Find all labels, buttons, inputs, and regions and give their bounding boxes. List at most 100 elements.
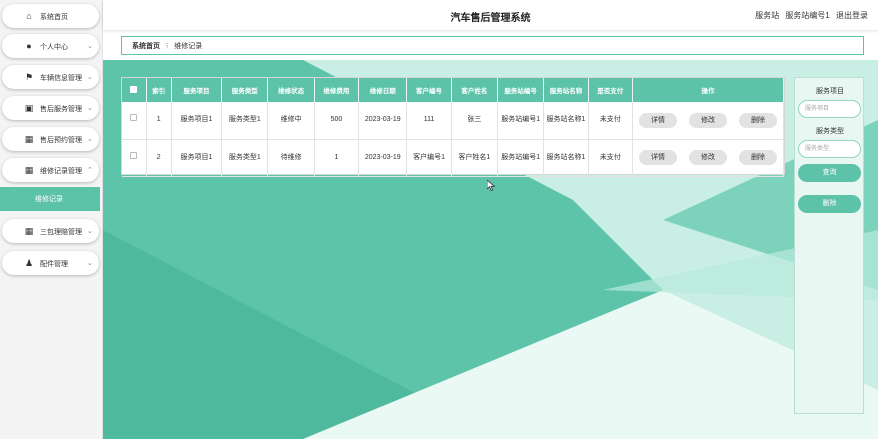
grid-icon: ▦ <box>24 134 34 144</box>
cell-status: 待维修 <box>267 139 315 177</box>
cell-station-name: 服务站名称1 <box>543 139 589 177</box>
sidebar-item-parts[interactable]: ♟ 配件管理 ⌄ <box>2 251 99 275</box>
sidebar-item-appointment[interactable]: ▦ 售后预约管理 ⌄ <box>2 127 99 151</box>
table-row: 1 服务项目1 服务类型1 维修中 500 2023-03-19 111 张三 … <box>122 102 785 140</box>
chevron-down-icon: ⌄ <box>87 228 93 235</box>
cell-fee: 1 <box>314 139 360 177</box>
cell-actions: 详情 修改 删除 <box>632 139 785 177</box>
cell-date: 2023-03-19 <box>358 139 408 177</box>
delete-button[interactable]: 删除 <box>738 112 777 128</box>
sidebar-item-label: 售后服务管理 <box>40 106 82 113</box>
column-header: 客户编号 <box>406 78 452 102</box>
delete-button[interactable]: 删除 <box>738 150 777 165</box>
edit-button[interactable]: 修改 <box>688 150 727 165</box>
column-header: 维修费用 <box>314 78 360 102</box>
column-header: 是否支付 <box>588 78 633 102</box>
sidebar-item-warranty[interactable]: ▦ 三包理赔管理 ⌄ <box>2 219 99 243</box>
chevron-down-icon: ⌄ <box>87 43 93 50</box>
clipboard-icon: ▣ <box>24 103 34 113</box>
cell-index: 2 <box>146 139 172 177</box>
column-header: 服务站编号 <box>497 78 545 102</box>
breadcrumb-current: 维修记录 <box>174 42 203 50</box>
row-checkbox[interactable] <box>122 102 147 140</box>
cell-fee: 500 <box>314 102 360 140</box>
sidebar-item-service[interactable]: ▣ 售后服务管理 ⌄ <box>2 96 99 120</box>
chevron-down-icon: ⌄ <box>87 74 93 81</box>
service-type-label: 服务类型 <box>816 128 844 135</box>
row-checkbox[interactable] <box>122 139 147 177</box>
batch-delete-button[interactable]: 删除 <box>798 195 861 213</box>
sidebar-item-label: 系统首页 <box>40 14 68 21</box>
column-header: 服务项目 <box>171 78 223 102</box>
cell-customer-no: 客户编号1 <box>406 139 452 177</box>
grid-icon: ▦ <box>24 226 34 236</box>
cell-customer-name: 张三 <box>451 102 499 140</box>
cell-paid: 未支付 <box>588 102 633 140</box>
cell-type: 服务类型1 <box>221 139 269 177</box>
chevron-down-icon: ⌄ <box>87 260 93 267</box>
user-info: 服务站 服务站编号1 退出登录 <box>751 10 868 21</box>
username: 服务站编号1 <box>785 11 830 20</box>
sidebar-item-vehicle[interactable]: ⚑ 车辆信息管理 ⌄ <box>2 65 99 89</box>
breadcrumb-separator: ⁝ <box>166 42 169 50</box>
cell-item: 服务项目1 <box>171 102 223 140</box>
column-header: 维修日期 <box>358 78 408 102</box>
service-item-input[interactable]: 服务项目 <box>798 100 861 118</box>
column-header: 操作 <box>632 78 785 102</box>
breadcrumb-home[interactable]: 系统首页 <box>132 41 160 51</box>
sidebar-item-label: 配件管理 <box>40 261 68 268</box>
user-icon: ● <box>26 41 32 51</box>
service-item-label: 服务项目 <box>816 88 844 95</box>
cell-item: 服务项目1 <box>171 139 223 177</box>
table-row: 2 服务项目1 服务类型1 待维修 1 2023-03-19 客户编号1 客户姓… <box>122 139 785 177</box>
top-header: 汽车售后管理系统 服务站 服务站编号1 退出登录 <box>103 0 878 30</box>
sidebar-item-label: 售后预约管理 <box>40 137 82 144</box>
cell-date: 2023-03-19 <box>358 102 408 140</box>
sidebar-item-repair[interactable]: ▦ 维修记录管理 ⌃ <box>2 158 99 182</box>
cell-status: 维修中 <box>267 102 315 140</box>
sidebar-item-home[interactable]: ⌂ 系统首页 <box>2 4 99 28</box>
cell-type: 服务类型1 <box>221 102 269 140</box>
sidebar-subitem-repair-record[interactable]: 维修记录 <box>0 187 100 211</box>
cell-customer-name: 客户姓名1 <box>451 139 499 177</box>
chevron-down-icon: ⌄ <box>87 105 93 112</box>
chevron-down-icon: ⌄ <box>87 136 93 143</box>
detail-button[interactable]: 详情 <box>638 150 677 165</box>
column-header: 客户姓名 <box>451 78 499 102</box>
sidebar: ⌂ 系统首页 ● 个人中心 ⌄ ⚑ 车辆信息管理 ⌄ ▣ 售后服务管理 ⌄ ▦ … <box>0 0 103 439</box>
chevron-up-icon: ⌃ <box>87 167 93 174</box>
column-header: 服务类型 <box>221 78 269 102</box>
column-header: 服务站名称 <box>543 78 589 102</box>
sidebar-subitem-label: 维修记录 <box>35 196 63 203</box>
person-icon: ♟ <box>24 258 34 268</box>
cell-index: 1 <box>146 102 172 140</box>
logout-link[interactable]: 退出登录 <box>836 11 868 20</box>
search-button[interactable]: 查询 <box>798 164 861 182</box>
grid-icon: ▦ <box>24 165 34 175</box>
user-role: 服务站 <box>755 11 780 20</box>
flag-icon: ⚑ <box>24 72 34 82</box>
filter-panel: 服务项目 服务项目 服务类型 服务类型 查询 删除 <box>794 77 864 414</box>
cell-paid: 未支付 <box>588 139 633 177</box>
sidebar-item-label: 三包理赔管理 <box>40 229 82 236</box>
service-type-input[interactable]: 服务类型 <box>798 140 861 158</box>
home-icon: ⌂ <box>26 11 32 21</box>
repair-record-table: 索引 服务项目 服务类型 维修状态 维修费用 维修日期 客户编号 客户姓名 服务… <box>121 77 785 177</box>
cell-station-name: 服务站名称1 <box>543 102 589 140</box>
cell-station-no: 服务站编号1 <box>497 139 545 177</box>
table-header-row: 索引 服务项目 服务类型 维修状态 维修费用 维修日期 客户编号 客户姓名 服务… <box>122 78 785 102</box>
sidebar-item-label: 车辆信息管理 <box>40 75 82 82</box>
edit-button[interactable]: 修改 <box>688 112 727 128</box>
cell-customer-no: 111 <box>406 102 452 140</box>
sidebar-item-label: 个人中心 <box>40 44 68 51</box>
detail-button[interactable]: 详情 <box>638 112 677 128</box>
sidebar-item-label: 维修记录管理 <box>40 168 82 175</box>
select-all-checkbox[interactable] <box>122 78 147 102</box>
mouse-cursor-icon <box>487 180 496 191</box>
cell-station-no: 服务站编号1 <box>497 102 545 140</box>
column-header: 索引 <box>146 78 172 102</box>
sidebar-item-profile[interactable]: ● 个人中心 ⌄ <box>2 34 99 58</box>
cell-actions: 详情 修改 删除 <box>632 102 785 140</box>
column-header: 维修状态 <box>267 78 315 102</box>
breadcrumb: 系统首页 ⁝ 维修记录 <box>121 36 864 55</box>
